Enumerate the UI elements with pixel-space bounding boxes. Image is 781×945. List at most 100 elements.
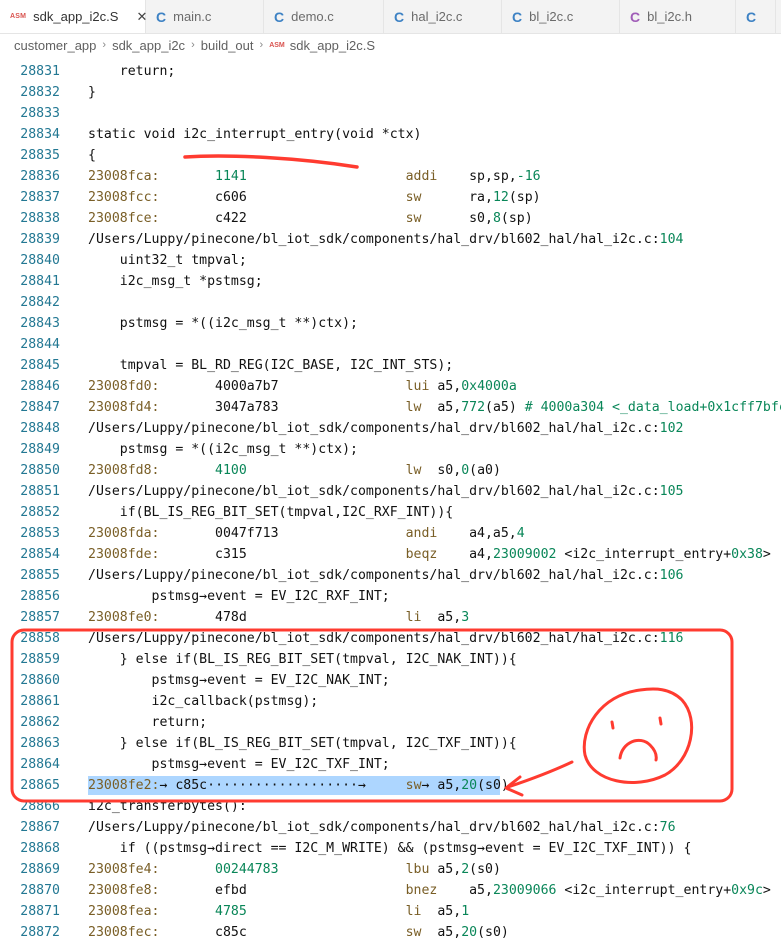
code-text: } else if(BL_IS_REG_BIT_SET(tmpval, I2C_… [88, 733, 517, 754]
code-token: 102 [659, 421, 684, 436]
tab-main-c[interactable]: Cmain.c [146, 0, 264, 33]
code-line[interactable]: 28857 23008fe0: 478d li a5,3 [0, 607, 781, 628]
code-line[interactable]: 28872 23008fec: c85c sw a5,20(s0) [0, 922, 781, 943]
breadcrumb-item-file[interactable]: sdk_app_i2c.S [290, 38, 375, 53]
code-line[interactable]: 28841 i2c_msg_t *pstmsg; [0, 271, 781, 292]
code-line[interactable]: 28864 pstmsg→event = EV_I2C_TXF_INT; [0, 754, 781, 775]
code-line[interactable]: 28851/Users/Luppy/pinecone/bl_iot_sdk/co… [0, 481, 781, 502]
code-line[interactable]: 28861 i2c_callback(pstmsg); [0, 691, 781, 712]
code-token: sw [405, 778, 422, 793]
code-token: 2 [461, 862, 470, 877]
code-line[interactable]: 28835 { [0, 145, 781, 166]
code-token: 105 [659, 484, 684, 499]
code-line[interactable]: 28840 uint32_t tmpval; [0, 250, 781, 271]
code-text: /Users/Luppy/pinecone/bl_iot_sdk/compone… [88, 565, 683, 586]
code-line[interactable]: 28837 23008fcc: c606 sw ra,12(sp) [0, 187, 781, 208]
code-token: <i2c_interrupt_entry+ [556, 547, 732, 562]
line-number: 28856 [20, 589, 60, 604]
code-line[interactable]: 28854 23008fde: c315 beqz a4,23009002 <i2… [0, 544, 781, 565]
code-token: /Users/Luppy/pinecone/bl_iot_sdk/compone… [88, 820, 660, 835]
code-token: return; [88, 64, 176, 79]
code-line[interactable]: 28844 [0, 334, 781, 355]
code-line[interactable]: 28847 23008fd4: 3047a783 lw a5,772(a5) # … [0, 397, 781, 418]
code-line[interactable]: 28834 static void i2c_interrupt_entry(voi… [0, 124, 781, 145]
code-line[interactable]: 28846 23008fd0: 4000a7b7 lui a5,0x4000a [0, 376, 781, 397]
tab-bl-i2c-c[interactable]: Cbl_i2c.c [502, 0, 620, 33]
code-line[interactable]: 28832} [0, 82, 781, 103]
code-line[interactable]: 28862 return; [0, 712, 781, 733]
code-token: 23008fe8: [88, 883, 160, 898]
code-text: pstmsg→event = EV_I2C_TXF_INT; [88, 754, 390, 775]
line-number: 28865 [20, 778, 60, 793]
line-number: 28849 [20, 442, 60, 457]
code-line[interactable]: 28839/Users/Luppy/pinecone/bl_iot_sdk/co… [0, 229, 781, 250]
line-number: 28857 [20, 610, 60, 625]
tab-demo-c[interactable]: Cdemo.c [264, 0, 384, 33]
code-line[interactable]: 28869 23008fe4: 00244783 lbu a5,2(s0) [0, 859, 781, 880]
code-text: /Users/Luppy/pinecone/bl_iot_sdk/compone… [88, 628, 683, 649]
code-line[interactable]: 28860 pstmsg→event = EV_I2C_NAK_INT; [0, 670, 781, 691]
line-number: 28869 [20, 862, 60, 877]
code-token: 23008fec: [88, 925, 160, 940]
code-line[interactable]: 28838 23008fce: c422 sw s0,8(sp) [0, 208, 781, 229]
code-line[interactable]: 28849 pstmsg = *((i2c_msg_t **)ctx); [0, 439, 781, 460]
breadcrumb: customer_app › sdk_app_i2c › build_out ›… [14, 35, 375, 55]
code-token: (sp) [500, 211, 533, 226]
code-line[interactable]: 28871 23008fea: 4785 li a5,1 [0, 901, 781, 922]
tab-bl-i2c-h[interactable]: Cbl_i2c.h [620, 0, 736, 33]
code-line[interactable]: 28831 return; [0, 61, 781, 82]
breadcrumb-item-build-out[interactable]: build_out [201, 38, 254, 53]
code-token: 3 [461, 610, 470, 625]
chevron-right-icon: › [102, 39, 107, 51]
code-token: pstmsg→event = EV_I2C_TXF_INT; [88, 757, 390, 772]
code-token: 4785 [159, 904, 247, 919]
code-text: /Users/Luppy/pinecone/bl_iot_sdk/compone… [88, 481, 683, 502]
code-token: /Users/Luppy/pinecone/bl_iot_sdk/compone… [88, 568, 660, 583]
code-line[interactable]: 28836 23008fca: 1141 addi sp,sp,-16 [0, 166, 781, 187]
code-line[interactable]: 28858/Users/Luppy/pinecone/bl_iot_sdk/co… [0, 628, 781, 649]
code-line[interactable]: 28842 [0, 292, 781, 313]
code-line[interactable]: 28868 if ((pstmsg→direct == I2C_M_WRITE)… [0, 838, 781, 859]
tab-label: sdk_app_i2c.S [33, 9, 119, 24]
code-line[interactable]: 28863 } else if(BL_IS_REG_BIT_SET(tmpval… [0, 733, 781, 754]
code-token: 23008fce: [88, 211, 160, 226]
code-token: (a0) [469, 463, 501, 478]
code-token: 104 [659, 232, 684, 247]
code-token: efbd [159, 883, 247, 898]
line-number: 28871 [20, 904, 60, 919]
code-line[interactable]: 28848/Users/Luppy/pinecone/bl_iot_sdk/co… [0, 418, 781, 439]
breadcrumb-item-sdk-app-i2c[interactable]: sdk_app_i2c [112, 38, 185, 53]
code-line[interactable]: 28856 pstmsg→event = EV_I2C_RXF_INT; [0, 586, 781, 607]
tab-hal-i2c-c[interactable]: Chal_i2c.c [384, 0, 502, 33]
code-line[interactable]: 28870 23008fe8: efbd bnez a5,23009066 <i2… [0, 880, 781, 901]
code-line[interactable]: 28853 23008fda: 0047f713 andi a4,a5,4 [0, 523, 781, 544]
line-number: 28840 [20, 253, 60, 268]
code-line[interactable]: 28843 pstmsg = *((i2c_msg_t **)ctx); [0, 313, 781, 334]
line-number: 28854 [20, 547, 60, 562]
line-number: 28872 [20, 925, 60, 940]
code-line[interactable]: 28850 23008fd8: 4100 lw s0,0(a0) [0, 460, 781, 481]
tab-sdk-app-i2c-S[interactable]: ASM sdk_app_i2c.S ✕ [0, 0, 147, 33]
code-token: 00244783 [159, 862, 279, 877]
tab-overflow[interactable]: C [736, 0, 776, 33]
line-number: 28855 [20, 568, 60, 583]
code-line[interactable]: 28852 if(BL_IS_REG_BIT_SET(tmpval,I2C_RX… [0, 502, 781, 523]
code-token: li [246, 610, 422, 625]
code-token: 0 [461, 463, 470, 478]
code-token: 23008fd8: [88, 463, 160, 478]
breadcrumb-item-customer-app[interactable]: customer_app [14, 38, 96, 53]
code-line[interactable]: 28866 i2c_transferbytes(): [0, 796, 781, 817]
code-token: lw [278, 400, 422, 415]
line-number: 28862 [20, 715, 60, 730]
code-token: (s0) [477, 778, 509, 793]
code-line[interactable]: 28865 23008fe2:→ c85c···················→… [0, 775, 781, 796]
code-token: 23009002 [492, 547, 557, 562]
code-token: tmpval = BL_RD_REG(I2C_BASE, I2C_INT_STS… [88, 358, 454, 373]
code-line[interactable]: 28833 [0, 103, 781, 124]
code-line[interactable]: 28845 tmpval = BL_RD_REG(I2C_BASE, I2C_I… [0, 355, 781, 376]
code-token: /Users/Luppy/pinecone/bl_iot_sdk/compone… [88, 484, 660, 499]
code-line[interactable]: 28855/Users/Luppy/pinecone/bl_iot_sdk/co… [0, 565, 781, 586]
code-line[interactable]: 28859 } else if(BL_IS_REG_BIT_SET(tmpval… [0, 649, 781, 670]
code-line[interactable]: 28867/Users/Luppy/pinecone/bl_iot_sdk/co… [0, 817, 781, 838]
code-token: pstmsg = *((i2c_msg_t **)ctx); [88, 442, 358, 457]
